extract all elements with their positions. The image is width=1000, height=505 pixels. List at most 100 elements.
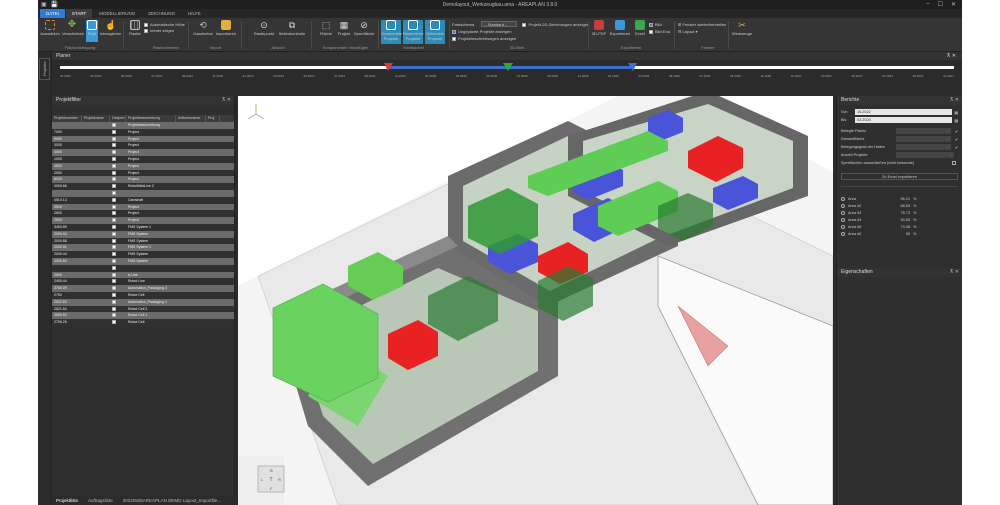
show-2d-option[interactable]: Projekt-2D-Zeichnungen anzeigen (522, 22, 589, 27)
locked-checkbox[interactable] (110, 122, 126, 129)
locked-checkbox[interactable] (110, 170, 126, 177)
viewcube-right[interactable]: R (278, 477, 281, 482)
grid-button[interactable]: Raster (128, 20, 142, 36)
import-button[interactable]: Importieren (215, 20, 237, 36)
table-row[interactable]: 4510.13 Camshaft (52, 196, 234, 204)
area-row[interactable]: Area 96.21% (837, 195, 962, 202)
table-row[interactable]: 2000.60 FMS System (52, 257, 234, 265)
locked-checkbox[interactable] (110, 312, 126, 319)
bild-ena-option[interactable]: Bild Ena (649, 28, 670, 35)
table-row[interactable]: 5000 Project (52, 135, 234, 143)
viewcube-back[interactable]: B (270, 468, 273, 473)
tab-layout-file[interactable]: 20220505AREAPLAN DEMO Layout_Importfile.… (123, 496, 221, 505)
table-row[interactable]: 4090.66 RoboWeldLine 2 (52, 183, 234, 190)
area-row[interactable]: Area #2 68.53% (837, 202, 962, 209)
locked-checkbox[interactable] (110, 163, 126, 170)
area-radio[interactable] (841, 196, 845, 201)
viewcube-top[interactable]: T (269, 477, 272, 483)
locked-checkbox[interactable] (110, 258, 126, 265)
column-header[interactable]: Artikelnummer (176, 115, 206, 122)
table-row[interactable]: 7000 Project (52, 128, 234, 136)
locked-checkbox[interactable] (110, 204, 126, 211)
table-row[interactable]: 2522.83 Automation_Packaging 1 (52, 298, 234, 306)
area-radio[interactable] (841, 210, 845, 215)
table-row[interactable]: 2750 Robot Cell (52, 291, 234, 299)
pin-close-icon[interactable]: ⊼ ✕ (950, 268, 959, 277)
pdf-button[interactable]: 3D-PDF (591, 20, 607, 36)
locked-checkbox[interactable] (110, 265, 126, 272)
blocked-area-button[interactable]: ⊘ Sperrfläche (354, 20, 374, 36)
pin-close-icon[interactable]: ⊼ ✕ (947, 52, 956, 60)
area-button[interactable]: ⬚ Fläche (318, 20, 334, 36)
project-button[interactable]: ▦ Projekt (336, 20, 352, 36)
locked-checkbox[interactable] (110, 272, 126, 279)
locked-checkbox[interactable] (110, 129, 126, 136)
calendar-icon[interactable]: ▦ (954, 110, 958, 115)
excel-button[interactable]: Excel (633, 20, 647, 36)
table-row[interactable]: 2500 Project (52, 217, 234, 224)
table-row[interactable]: 2000.44 FMS System (52, 251, 234, 258)
minimize-button[interactable]: – (926, 1, 929, 8)
table-row[interactable]: 2796.26 Robot Cell (52, 319, 234, 326)
move-button[interactable]: ✥ Verschieben (62, 20, 84, 37)
snap-point-button[interactable]: ⊙ Rastepunkt (253, 20, 275, 36)
show-desc-option[interactable]: Projektbeschreibungen anzeigen (452, 35, 589, 42)
locked-checkbox[interactable] (110, 319, 126, 326)
calendar-icon[interactable]: ▦ (954, 118, 958, 123)
table-row[interactable]: 3500 Project (52, 203, 234, 211)
column-header[interactable]: Projektnummer (52, 115, 82, 122)
area-radio[interactable] (841, 203, 845, 208)
column-header[interactable]: Gesperrt (110, 115, 126, 122)
tab-hilfe[interactable]: HILFE (182, 9, 207, 18)
export-excel-button[interactable]: Zu Excel exportieren (841, 173, 958, 180)
3d-viewport[interactable]: T L R F B (238, 96, 833, 505)
locked-checkbox[interactable] (110, 183, 126, 190)
factory-layout-3d[interactable]: T L R F B (238, 96, 833, 505)
table-row[interactable]: 4000 Project (52, 149, 234, 156)
column-header[interactable]: Proj (206, 115, 220, 122)
table-row[interactable]: 1000 Project (52, 155, 234, 163)
locked-checkbox[interactable] (110, 251, 126, 258)
table-row[interactable] (52, 189, 234, 197)
locked-checkbox[interactable] (110, 285, 126, 292)
layout-dropdown[interactable]: ⊟ Layout ▾ (678, 28, 726, 35)
tab-auftragsliste[interactable]: Auftragsliste (88, 496, 113, 505)
planer-side-tab[interactable]: Projekte (38, 52, 52, 505)
marker-end-icon[interactable] (627, 62, 639, 72)
table-row[interactable]: 2500 Project (52, 210, 234, 218)
locked-checkbox[interactable] (110, 244, 126, 251)
tab-modellierung[interactable]: MODELLIERUNG (93, 9, 141, 18)
locked-checkbox[interactable] (110, 210, 126, 217)
locked-checkbox[interactable] (110, 197, 126, 204)
table-row[interactable]: 4500 Project (52, 162, 234, 170)
table-row[interactable]: 3000 Project (52, 142, 234, 150)
marker-start-icon[interactable] (382, 62, 394, 72)
locked-checkbox[interactable] (110, 231, 126, 238)
table-row[interactable]: 2000 Project (52, 169, 234, 177)
table-row[interactable]: 2621.84 Robot Cell 2 (52, 305, 234, 313)
show-projects-option[interactable]: Ungeplante Projekte anzeigen (452, 28, 589, 35)
tab-datei[interactable]: DATEI (40, 9, 65, 18)
tools-button[interactable]: ✂ Werkzeuge (731, 20, 753, 36)
locked-checkbox[interactable] (110, 238, 126, 245)
geometry-button[interactable]: ⟲ Gaadnetne (193, 20, 213, 36)
viewcube[interactable]: T L R F B (257, 465, 285, 493)
close-button[interactable]: ✕ (951, 1, 956, 8)
table-row[interactable]: 2000.88 FMS System (52, 237, 234, 245)
table-row[interactable] (52, 264, 234, 272)
area-row[interactable]: Area #3 78.73% (837, 209, 962, 216)
exclude-option[interactable]: Sperrflächen ausschließen (nicht bekannt… (837, 159, 962, 167)
column-header[interactable]: Projektname (82, 115, 110, 122)
snap-button[interactable]: Rüpf (86, 20, 98, 42)
to-date-input[interactable]: 03.2024 (855, 117, 953, 123)
locked-checkbox[interactable] (110, 190, 126, 197)
locked-checkbox[interactable] (110, 299, 126, 306)
table-row[interactable]: 2000.03 FMS System (52, 230, 234, 238)
exclude-checkbox[interactable] (952, 161, 956, 165)
select-button[interactable]: Auswählen (40, 20, 60, 36)
always-show-option[interactable]: Immer zeigen (144, 28, 185, 34)
area-radio[interactable] (841, 231, 845, 236)
area-row[interactable]: Area #6 65% (837, 230, 962, 237)
interact-button[interactable]: ☝ Interagieren (100, 20, 121, 36)
area-radio[interactable] (841, 217, 845, 222)
